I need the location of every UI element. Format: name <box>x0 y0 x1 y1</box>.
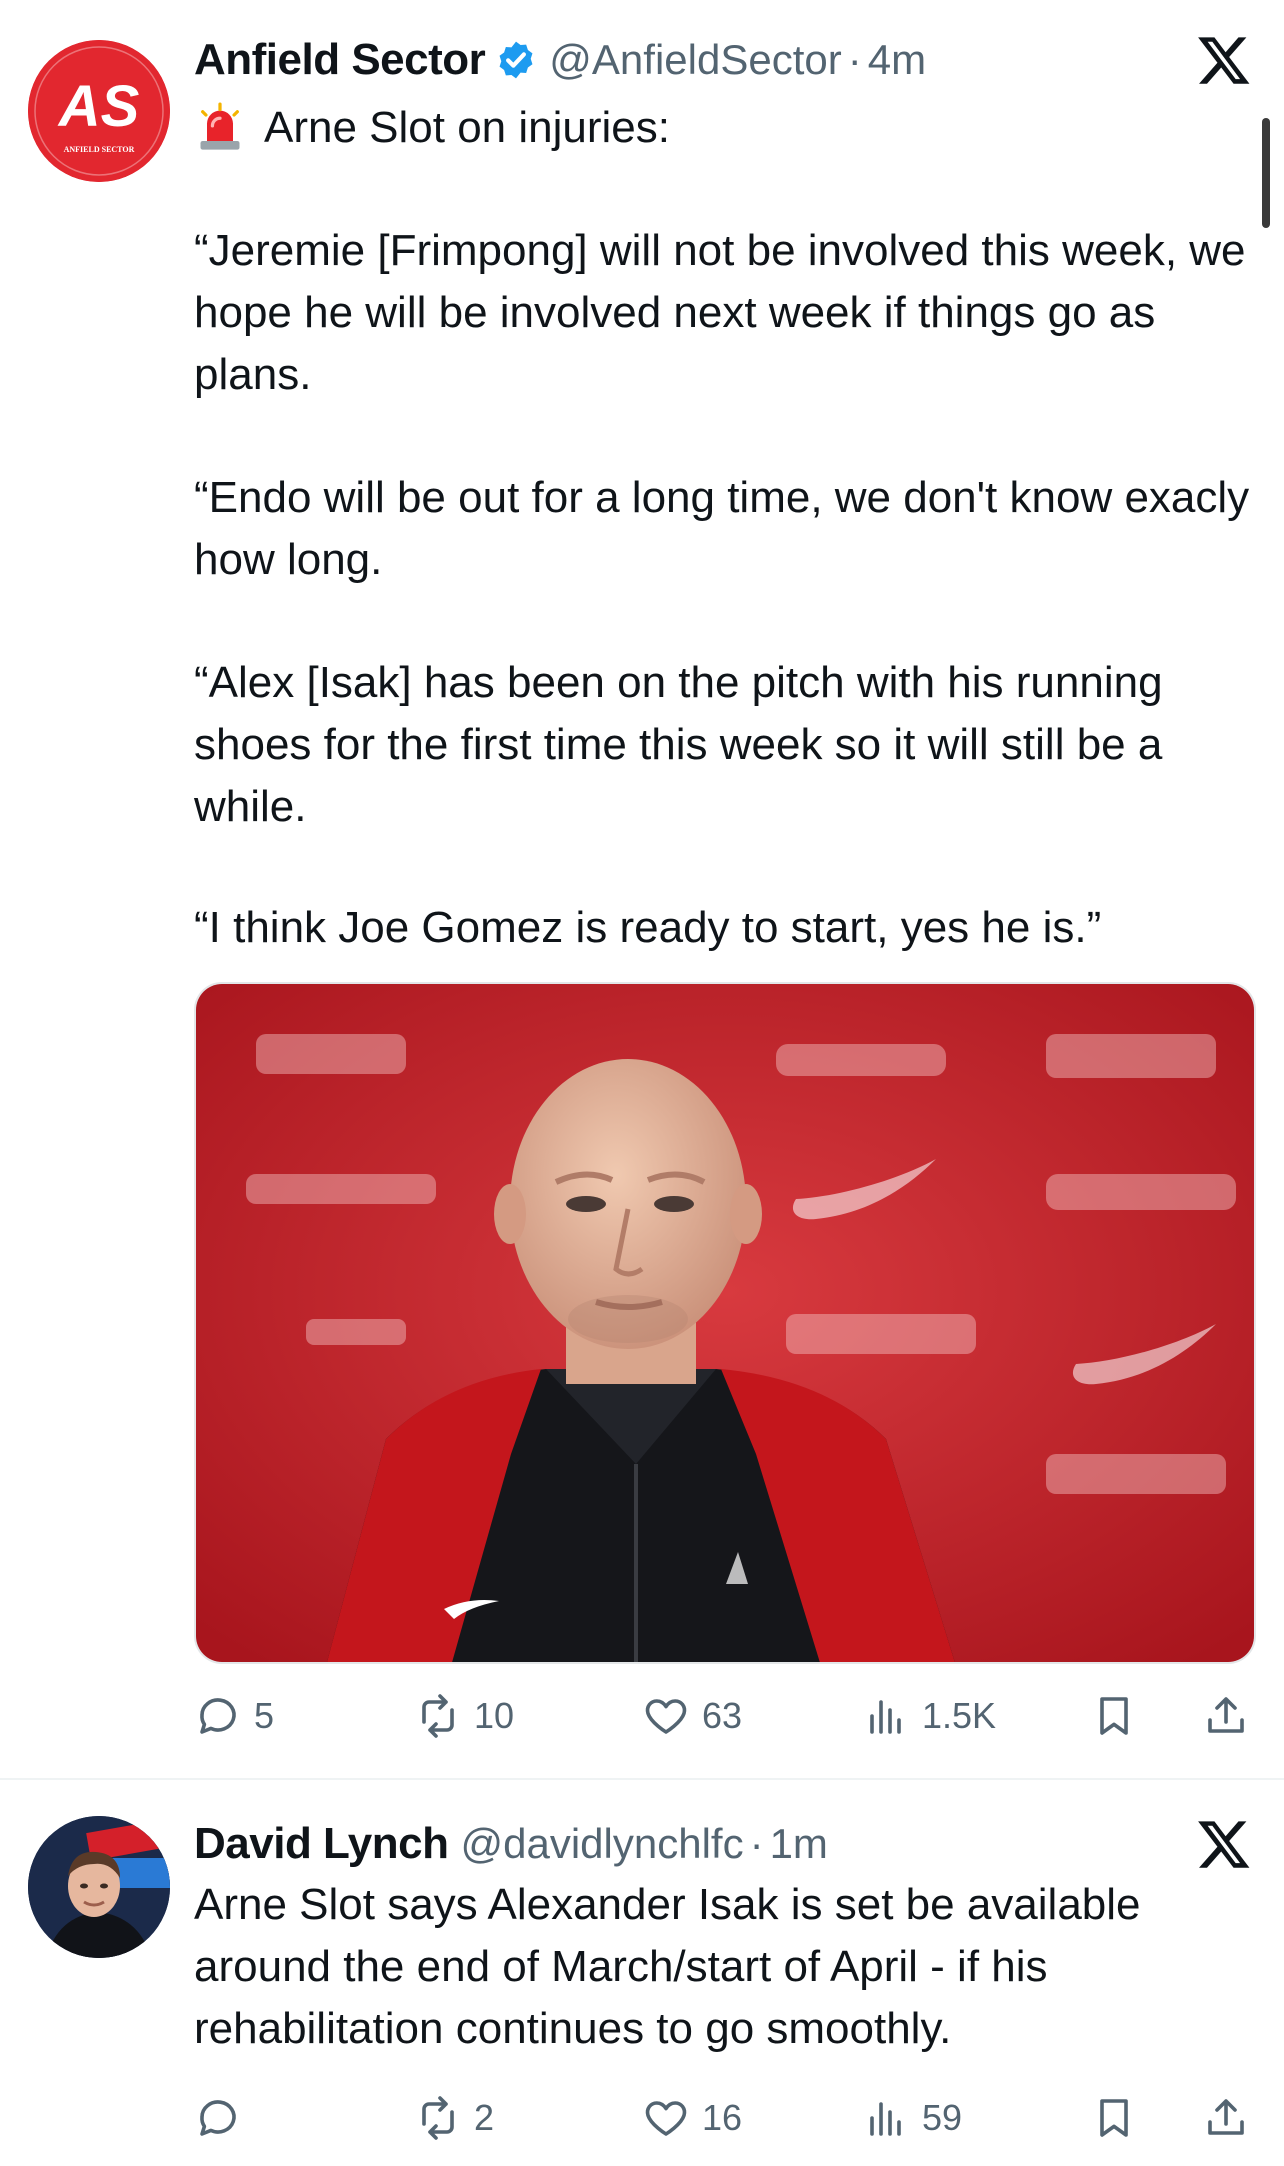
tweet-david-lynch[interactable]: David Lynch @davidlynchlfc · 1m Arne Slo… <box>0 1780 1284 2166</box>
like-count: 63 <box>702 1695 743 1736</box>
tweet-timestamp[interactable]: 4m <box>868 36 926 84</box>
tweet-paragraph: “Alex [Isak] has been on the pitch with … <box>194 658 1163 831</box>
like-button[interactable]: 16 <box>642 2088 742 2148</box>
separator-dot: · <box>749 1820 764 1867</box>
views-button[interactable]: 1.5K <box>862 1686 996 1746</box>
bookmark-button[interactable] <box>1090 2088 1138 2148</box>
reply-button[interactable] <box>194 2088 254 2148</box>
tweet-paragraph: “I think Joe Gomez is ready to start, ye… <box>194 903 1102 952</box>
bookmark-icon <box>1100 2099 1128 2137</box>
avatar-david-lynch[interactable] <box>28 1816 170 1958</box>
separator-dot: · <box>847 36 862 83</box>
reply-icon <box>200 1698 236 1734</box>
reply-icon <box>200 2100 236 2136</box>
repost-button[interactable]: 10 <box>414 1686 514 1746</box>
share-icon <box>1208 2099 1244 2135</box>
avatar-anfield-sector[interactable]: AS ANFIELD SECTOR <box>28 40 170 182</box>
reply-button[interactable]: 5 <box>194 1686 274 1746</box>
repost-button[interactable]: 2 <box>414 2088 494 2148</box>
tweet-paragraph: “Endo will be out for a long time, we do… <box>194 473 1250 584</box>
tweet-photo[interactable] <box>194 982 1256 1664</box>
like-button[interactable]: 63 <box>642 1686 742 1746</box>
views-count: 1.5K <box>922 1695 997 1736</box>
bookmark-button[interactable] <box>1090 1686 1138 1746</box>
x-logo-icon <box>1198 1821 1250 1868</box>
share-button[interactable] <box>1202 1686 1250 1746</box>
views-count: 59 <box>922 2097 963 2138</box>
views-bar-chart-icon <box>870 2102 901 2136</box>
author-handle[interactable]: @AnfieldSector <box>549 36 841 84</box>
police-light-icon <box>200 102 240 150</box>
reply-count: 5 <box>254 1695 275 1736</box>
svg-text:ANFIELD SECTOR: ANFIELD SECTOR <box>64 145 135 154</box>
tweet-timestamp[interactable]: 1m <box>770 1820 828 1868</box>
anfield-sector-logo: AS ANFIELD SECTOR <box>28 40 170 182</box>
tweet-anfield-sector[interactable]: AS ANFIELD SECTOR Anfield Sector @Anfiel… <box>0 0 1284 1780</box>
repost-count: 10 <box>474 1695 515 1736</box>
x-logo-icon <box>1198 37 1250 84</box>
tweet-actions: 2 16 59 <box>194 2088 1264 2148</box>
views-button[interactable]: 59 <box>862 2088 962 2148</box>
author-display-name[interactable]: David Lynch <box>194 1819 449 1869</box>
press-conference-photo <box>196 984 1254 1662</box>
scrollbar-thumb[interactable] <box>1262 118 1270 228</box>
heart-icon <box>645 2101 687 2136</box>
views-bar-chart-icon <box>870 1700 901 1734</box>
svg-text:AS: AS <box>57 74 140 139</box>
repost-count: 2 <box>474 2097 495 2138</box>
tweet-first-line: Arne Slot on injuries: <box>194 98 670 158</box>
tweet-actions: 5 10 63 1.5K <box>194 1686 1264 1746</box>
profile-photo <box>28 1816 170 1958</box>
verified-badge-icon <box>499 41 533 79</box>
repost-icon <box>422 1694 454 1738</box>
like-count: 16 <box>702 2097 743 2138</box>
tweet-header: Anfield Sector @AnfieldSector · 4m <box>194 30 1244 90</box>
heart-icon <box>645 1699 687 1734</box>
repost-icon <box>422 2096 454 2140</box>
tweet-first-line-text: Arne Slot on injuries: <box>264 103 670 152</box>
share-icon <box>1208 1697 1244 1733</box>
share-button[interactable] <box>1202 2088 1250 2148</box>
tweet-paragraph: “Jeremie [Frimpong] will not be involved… <box>194 226 1246 399</box>
tweet-text: Arne Slot says Alexander Isak is set be … <box>194 1880 1141 2053</box>
author-handle[interactable]: @davidlynchlfc <box>460 1820 743 1868</box>
tweet-header: David Lynch @davidlynchlfc · 1m <box>194 1814 1244 1874</box>
author-display-name[interactable]: Anfield Sector <box>194 35 486 85</box>
bookmark-icon <box>1100 1697 1128 1735</box>
